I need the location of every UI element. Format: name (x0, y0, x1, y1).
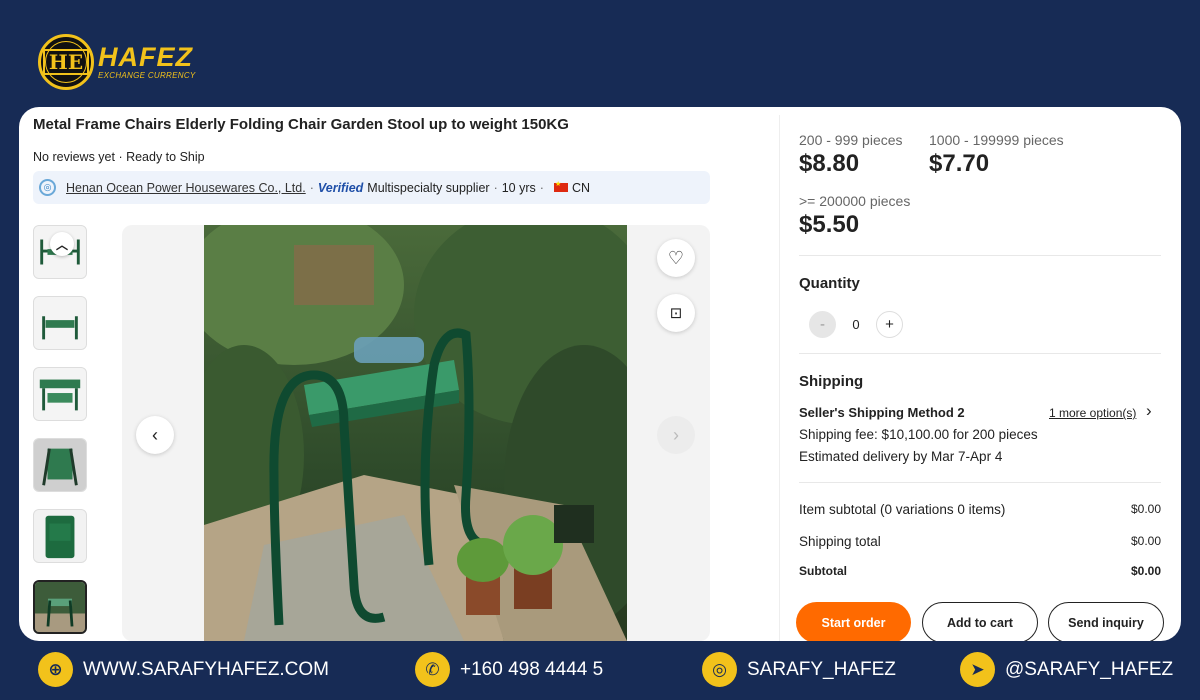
shipping-method: Seller's Shipping Method 2 (799, 405, 965, 420)
separator: · (493, 180, 498, 195)
shipping-fee: Shipping fee: $10,100.00 for 200 pieces (799, 427, 1038, 442)
image-viewer: ♡ ⊡ ‹ › (122, 225, 710, 641)
brand-seal-monogram: HE (42, 49, 90, 75)
separator: · (309, 180, 314, 195)
item-subtotal-label: Item subtotal (0 variations 0 items) (799, 502, 1006, 517)
instagram-icon: ◎ (702, 652, 737, 687)
thumbnail[interactable]: ︿ (33, 225, 87, 279)
divider (799, 482, 1161, 483)
thumbnail[interactable] (33, 296, 87, 350)
shipping-total-row: Shipping total $0.00 (799, 534, 1161, 549)
verified-badge: Verified (317, 180, 364, 195)
item-subtotal-value: $0.00 (1130, 502, 1161, 516)
subtotal-row: Subtotal $0.00 (799, 564, 1161, 578)
website-text: WWW.SARAFYHAFEZ.COM (83, 658, 329, 680)
chevron-left-icon[interactable]: ‹ (136, 416, 174, 454)
supplier-logo-icon: ◎ (39, 179, 56, 196)
telegram-icon: ➤ (960, 652, 995, 687)
quantity-decrease-button[interactable]: - (809, 311, 836, 338)
image-search-icon[interactable]: ⊡ (657, 294, 695, 332)
separator: · (539, 180, 544, 195)
price-tier: >= 200000 pieces $5.50 (799, 193, 910, 239)
china-flag-icon (553, 180, 568, 192)
thumbnail-strip: ︿ (33, 225, 88, 641)
price-tier: 1000 - 199999 pieces $7.70 (929, 132, 1064, 178)
tier-quantity: >= 200000 pieces (799, 193, 911, 209)
quantity-title: Quantity (799, 275, 860, 292)
quantity-increase-button[interactable]: + (876, 311, 903, 338)
phone-icon: ✆ (415, 652, 450, 687)
tier-quantity: 1000 - 199999 pieces (929, 132, 1064, 148)
chevron-right-icon[interactable]: › (1146, 401, 1152, 421)
supplier-country: CN (571, 180, 591, 195)
telegram-text: @SARAFY_HAFEZ (1005, 658, 1174, 680)
instagram-text: SARAFY_HAFEZ (747, 658, 896, 680)
brand-seal: HE (38, 34, 94, 90)
chevron-up-icon[interactable]: ︿ (50, 232, 74, 256)
thumbnail[interactable] (33, 509, 87, 563)
send-inquiry-button[interactable]: Send inquiry (1048, 602, 1164, 641)
globe-icon: ⊕ (38, 652, 73, 687)
order-panel: 200 - 999 pieces $8.80 1000 - 199999 pie… (779, 115, 1180, 641)
start-order-button[interactable]: Start order (796, 602, 911, 641)
supplier-type: Multispecialty supplier (367, 180, 490, 195)
quantity-value[interactable]: 0 (836, 317, 876, 332)
tier-quantity: 200 - 999 pieces (799, 132, 903, 148)
thumbnail[interactable] (33, 367, 87, 421)
tier-price: $5.50 (799, 211, 860, 238)
product-photo (204, 225, 627, 641)
thumbnail-active[interactable] (33, 580, 87, 634)
chevron-right-icon[interactable]: › (657, 416, 695, 454)
subtotal-value: $0.00 (1130, 564, 1161, 578)
brand-logo: HE HAFEZ EXCHANGE CURRENCY (38, 34, 196, 90)
supplier-name-link[interactable]: Henan Ocean Power Housewares Co., Ltd. (66, 181, 306, 195)
tier-price: $7.70 (929, 150, 990, 177)
supplier-bar: ◎ Henan Ocean Power Housewares Co., Ltd.… (33, 171, 710, 204)
product-meta: No reviews yet · Ready to Ship (33, 150, 205, 164)
phone-text: +160 498 4444 5 (460, 658, 604, 680)
shipping-total-value: $0.00 (1130, 534, 1161, 548)
footer-phone[interactable]: ✆ +160 498 4444 5 (415, 652, 603, 687)
price-tier: 200 - 999 pieces $8.80 (799, 132, 903, 178)
footer-website[interactable]: ⊕ WWW.SARAFYHAFEZ.COM (38, 652, 329, 687)
heart-icon[interactable]: ♡ (657, 239, 695, 277)
shipping-total-label: Shipping total (799, 534, 881, 549)
estimated-delivery: Estimated delivery by Mar 7-Apr 4 (799, 449, 1003, 464)
more-shipping-options-link[interactable]: 1 more option(s) (1049, 406, 1136, 420)
product-left-pane: Metal Frame Chairs Elderly Folding Chair… (33, 107, 733, 641)
footer-instagram[interactable]: ◎ SARAFY_HAFEZ (702, 652, 896, 687)
supplier-years: 10 yrs (501, 180, 536, 195)
brand-tagline: EXCHANGE CURRENCY (98, 71, 196, 80)
footer-telegram[interactable]: ➤ @SARAFY_HAFEZ (960, 652, 1173, 687)
subtotal-label: Subtotal (799, 564, 847, 578)
product-title: Metal Frame Chairs Elderly Folding Chair… (33, 116, 569, 133)
item-subtotal-row: Item subtotal (0 variations 0 items) $0.… (799, 502, 1161, 517)
shipping-title: Shipping (799, 373, 864, 390)
product-card: Metal Frame Chairs Elderly Folding Chair… (19, 107, 1181, 641)
brand-name: HAFEZ (98, 42, 193, 72)
divider (799, 353, 1161, 354)
thumbnail[interactable] (33, 438, 87, 492)
divider (799, 255, 1161, 256)
add-to-cart-button[interactable]: Add to cart (922, 602, 1038, 641)
quantity-stepper: - 0 + (809, 311, 903, 338)
tier-price: $8.80 (799, 150, 860, 177)
